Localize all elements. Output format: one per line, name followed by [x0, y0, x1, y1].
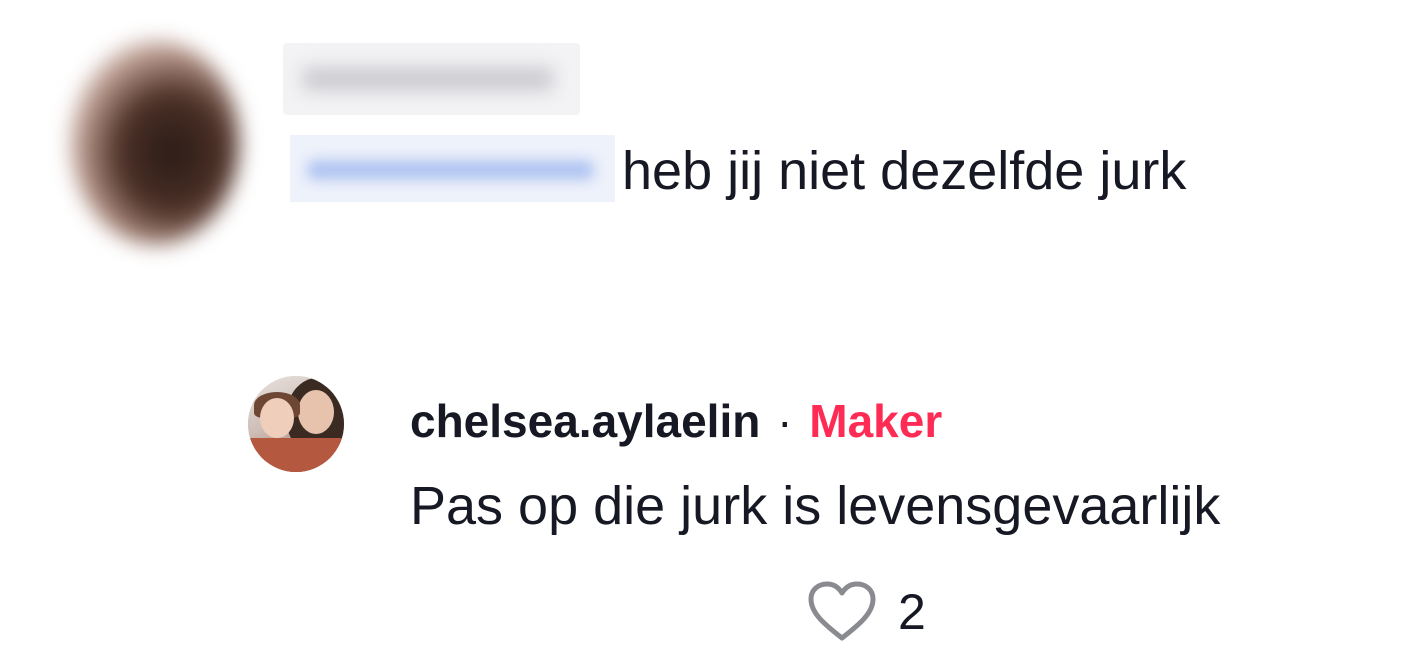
commenter-username-redacted[interactable]	[283, 43, 580, 115]
comment-text: heb jij niet dezelfde jurk	[622, 141, 1187, 201]
like-control: 2	[806, 580, 926, 644]
heart-outline-icon[interactable]	[806, 580, 878, 644]
commenter-avatar[interactable]	[70, 40, 240, 245]
avatar-photo-detail	[298, 390, 334, 434]
like-count: 2	[898, 584, 926, 640]
header-separator: ·	[777, 395, 793, 447]
maker-badge: Maker	[809, 395, 943, 447]
reply-text: Pas op die jurk is levensgevaarlijk	[410, 476, 1221, 536]
avatar-photo-detail	[248, 438, 344, 472]
reply-username[interactable]: chelsea.aylaelin	[410, 395, 760, 447]
mention-link-redacted[interactable]	[290, 135, 615, 202]
reply-header: chelsea.aylaelin · Maker	[410, 393, 942, 449]
avatar-photo-detail	[260, 398, 294, 438]
reply-avatar[interactable]	[248, 376, 344, 472]
